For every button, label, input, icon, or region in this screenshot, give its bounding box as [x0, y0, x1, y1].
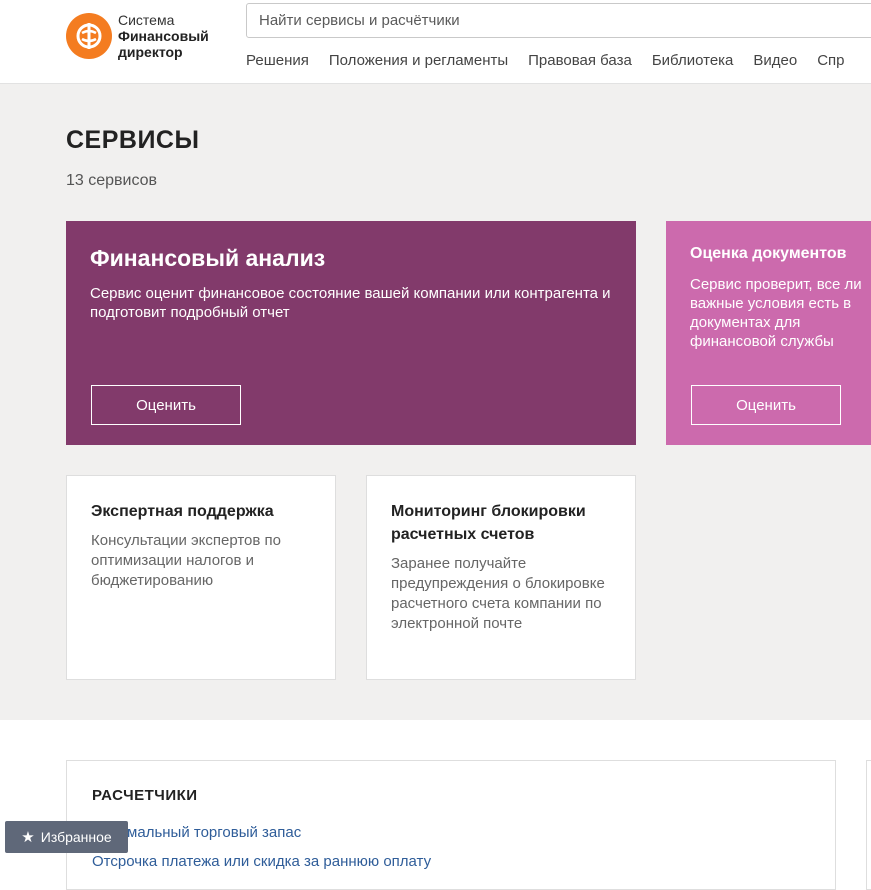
card-title: Оценка документов: [690, 245, 847, 262]
service-card-financial-analysis[interactable]: Финансовый анализ Сервис оценит финансов…: [66, 221, 636, 445]
main-nav: Решения Положения и регламенты Правовая …: [246, 52, 865, 69]
evaluate-button[interactable]: Оценить: [91, 385, 241, 425]
evaluate-button[interactable]: Оценить: [691, 385, 841, 425]
card-title: Мониторинг блокировки расчетных счетов: [391, 503, 586, 543]
logo[interactable]: Система Финансовый директор: [66, 12, 209, 60]
service-card-account-monitoring[interactable]: Мониторинг блокировки расчетных счетов З…: [366, 475, 636, 680]
card-title: Финансовый анализ: [90, 245, 326, 271]
card-title: Экспертная поддержка: [91, 503, 274, 520]
logo-text: Система Финансовый директор: [118, 12, 209, 60]
service-card-expert-support[interactable]: Экспертная поддержка Консультации экспер…: [66, 475, 336, 680]
service-card-document-evaluation[interactable]: Оценка документов Сервис проверит, все л…: [666, 221, 871, 445]
services-count: 13 сервисов: [66, 172, 158, 189]
nav-item-reference[interactable]: Спр: [817, 52, 844, 69]
card-description: Заранее получайте предупреждения о блоки…: [391, 555, 605, 632]
site-header: Система Финансовый директор Решения Поло…: [0, 0, 871, 84]
star-icon: ★: [21, 829, 35, 846]
calculator-link[interactable]: Отсрочка платежа или скидка за раннюю оп…: [92, 853, 431, 870]
search-input[interactable]: [246, 3, 871, 38]
logo-line1: Система: [118, 12, 175, 28]
nav-item-legal-base[interactable]: Правовая база: [528, 52, 632, 69]
card-description: Консультации экспертов по оптимизации на…: [91, 532, 281, 589]
calculators-title: РАСЧЕТЧИКИ: [92, 787, 198, 804]
logo-line2: Финансовый: [118, 28, 209, 44]
nav-item-regulations[interactable]: Положения и регламенты: [329, 52, 508, 69]
favorites-button[interactable]: ★ Избранное: [5, 821, 128, 853]
logo-line3: директор: [118, 44, 183, 60]
nav-item-solutions[interactable]: Решения: [246, 52, 309, 69]
page-title: СЕРВИСЫ: [66, 126, 200, 154]
favorites-label: Избранное: [40, 829, 112, 845]
card-description: Сервис проверит, все ли важные условия е…: [690, 276, 862, 350]
card-description: Сервис оценит финансовое состояние вашей…: [90, 285, 611, 321]
logo-icon: [66, 13, 112, 59]
nav-item-library[interactable]: Библиотека: [652, 52, 734, 69]
nav-item-video[interactable]: Видео: [753, 52, 797, 69]
